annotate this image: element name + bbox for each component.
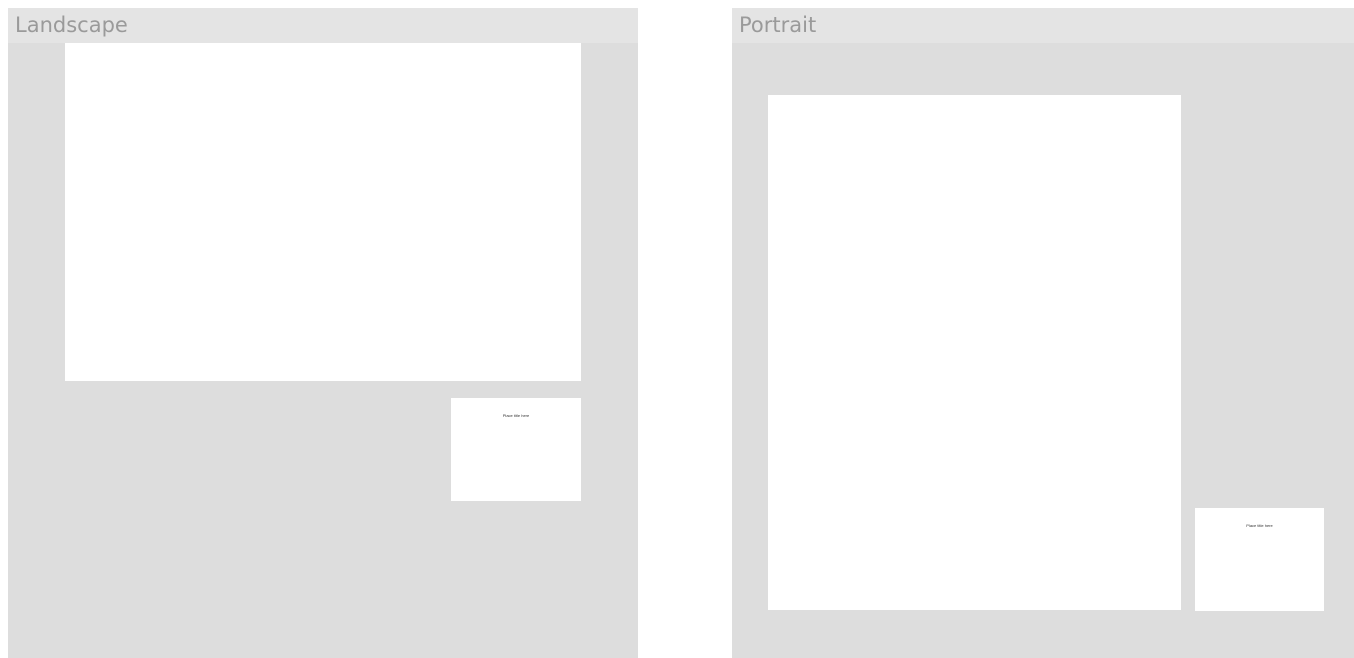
portrait-title-placeholder: Place title here xyxy=(1246,523,1273,528)
portrait-page-preview[interactable] xyxy=(768,95,1181,610)
landscape-panel-header: Landscape xyxy=(8,8,638,43)
landscape-title-placeholder: Place title here xyxy=(502,413,530,418)
landscape-page-preview[interactable] xyxy=(65,43,581,381)
landscape-title-card[interactable]: Place title here xyxy=(451,398,581,501)
portrait-panel-title: Portrait xyxy=(739,13,817,37)
landscape-panel: Landscape Place title here xyxy=(8,8,638,658)
portrait-panel: Portrait Place title here xyxy=(732,8,1354,658)
portrait-panel-header: Portrait xyxy=(732,8,1354,43)
portrait-title-card[interactable]: Place title here xyxy=(1195,508,1324,611)
landscape-panel-title: Landscape xyxy=(15,13,128,37)
